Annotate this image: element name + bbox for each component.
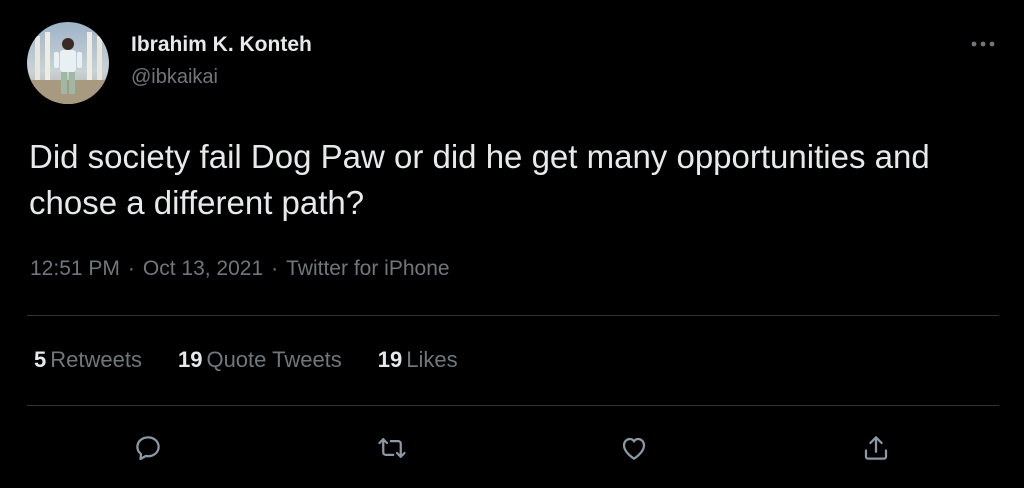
tweet-detail: Ibrahim K. Konteh @ibkaikai Did society …: [0, 0, 1024, 488]
quote-tweets-stat[interactable]: 19 Quote Tweets: [178, 347, 342, 373]
profile-photo-icon: [27, 22, 109, 104]
author-handle[interactable]: @ibkaikai: [131, 66, 218, 89]
share-button[interactable]: [853, 425, 899, 471]
tweet-time[interactable]: 12:51 PM: [30, 257, 120, 280]
retweet-icon: [378, 438, 406, 458]
divider: [27, 315, 999, 316]
tweet-meta: 12:51 PM · Oct 13, 2021 · Twitter for iPhone: [30, 257, 450, 281]
likes-label: Likes: [406, 347, 458, 372]
tweet-source-link[interactable]: Twitter for iPhone: [286, 257, 449, 280]
retweets-count: 5: [34, 347, 47, 372]
likes-stat[interactable]: 19 Likes: [378, 347, 458, 373]
tweet-date[interactable]: Oct 13, 2021: [143, 257, 263, 280]
tweet-stats: 5 Retweets 19 Quote Tweets 19 Likes: [34, 347, 494, 373]
quote-tweets-count: 19: [177, 347, 203, 372]
tweet-text: Did society fail Dog Paw or did he get m…: [29, 138, 930, 221]
reply-icon: [136, 436, 160, 461]
divider: [27, 405, 999, 406]
retweet-button[interactable]: [369, 425, 415, 471]
reply-button[interactable]: [125, 425, 171, 471]
more-icon: [971, 41, 995, 47]
author-display-name[interactable]: Ibrahim K. Konteh: [131, 33, 312, 57]
quote-tweets-label: Quote Tweets: [206, 347, 342, 372]
retweets-label: Retweets: [50, 347, 142, 372]
share-icon: [864, 436, 888, 460]
likes-count: 19: [377, 347, 403, 372]
tweet-actions: [0, 425, 1024, 471]
more-options-button[interactable]: [962, 30, 1004, 58]
like-button[interactable]: [611, 425, 657, 471]
meta-separator: ·: [127, 257, 135, 280]
retweets-stat[interactable]: 5 Retweets: [34, 347, 142, 373]
avatar[interactable]: [27, 22, 109, 104]
meta-separator: ·: [271, 257, 279, 280]
heart-icon: [622, 437, 646, 460]
